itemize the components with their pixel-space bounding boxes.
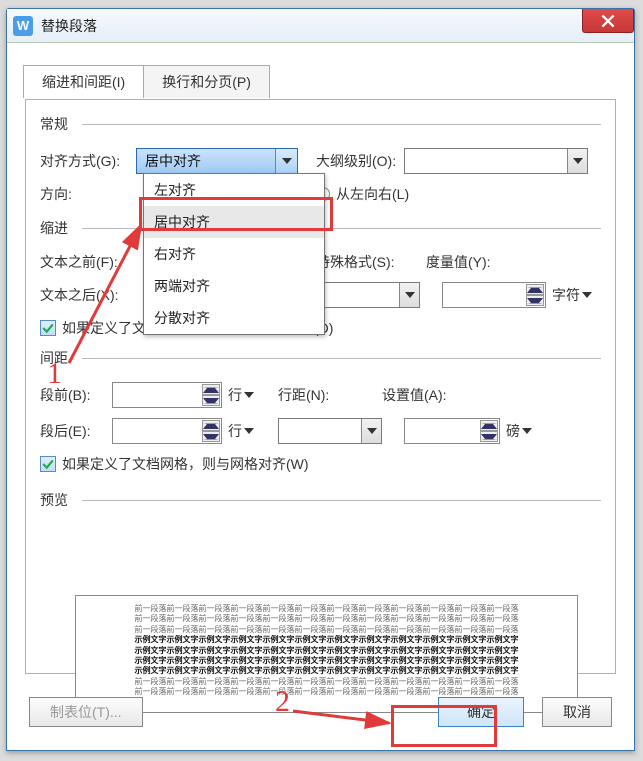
preview-line: 前一段落前一段落前一段落前一段落前一段落前一段落前一段落前一段落前一段落前一段落… (84, 614, 569, 624)
alignment-combo[interactable]: 居中对齐 (136, 148, 298, 174)
spin-down-icon[interactable] (480, 431, 498, 442)
by-spinner[interactable] (442, 282, 546, 308)
after-spinner[interactable] (112, 418, 222, 444)
ok-button[interactable]: 确定 (438, 697, 524, 727)
special-combo[interactable] (316, 282, 420, 308)
before-spinner[interactable] (112, 382, 222, 408)
label-text-after: 文本之后(X): (40, 285, 136, 305)
app-icon: W (13, 16, 33, 36)
spin-up-icon[interactable] (480, 420, 498, 431)
tab-line-page-breaks[interactable]: 换行和分页(P) (143, 65, 270, 98)
chevron-down-icon[interactable] (244, 392, 254, 398)
label-snap-grid: 如果定义了文档网格，则与网格对齐(W) (62, 454, 309, 474)
paragraph-dialog: W 替换段落 缩进和间距(I) 换行和分页(P) 常规 对齐方式(G): 居中对… (6, 8, 635, 751)
unit-pound: 磅 (506, 421, 520, 441)
annotation-marker-1: 1 (47, 357, 62, 391)
option-center[interactable]: 居中对齐 (144, 206, 324, 238)
label-after: 段后(E): (40, 421, 112, 441)
close-button[interactable] (582, 9, 634, 33)
tabs-button[interactable]: 制表位(T)... (29, 697, 143, 727)
close-icon (601, 14, 615, 28)
preview-line: 前一段落前一段落前一段落前一段落前一段落前一段落前一段落前一段落前一段落前一段落… (84, 625, 569, 635)
label-outline: 大纲级别(O): (316, 151, 404, 171)
section-general: 常规 (40, 114, 601, 134)
label-text-before: 文本之前(F): (40, 252, 136, 272)
chevron-down-icon[interactable] (522, 428, 532, 434)
dialog-footer: 制表位(T)... 确定 取消 (17, 684, 624, 740)
label-alignment: 对齐方式(G): (40, 151, 136, 171)
unit-line: 行 (228, 385, 242, 405)
spin-up-icon[interactable] (202, 384, 220, 395)
spin-down-icon[interactable] (526, 295, 544, 306)
window-title: 替换段落 (41, 16, 97, 36)
section-preview: 预览 (40, 490, 601, 510)
chevron-down-icon[interactable] (582, 292, 592, 298)
label-special: 特殊格式(S): (316, 252, 404, 272)
line-spacing-combo[interactable] (278, 418, 382, 444)
preview-line: 示例文字示例文字示例文字示例文字示例文字示例文字示例文字示例文字示例文字示例文字… (84, 656, 569, 666)
preview-line: 前一段落前一段落前一段落前一段落前一段落前一段落前一段落前一段落前一段落前一段落… (84, 604, 569, 614)
unit-line2: 行 (228, 421, 242, 441)
titlebar: W 替换段落 (7, 9, 634, 43)
chevron-down-icon (361, 419, 381, 443)
unit-char: 字符 (552, 285, 580, 305)
tab-indent-spacing[interactable]: 缩进和间距(I) (23, 65, 144, 98)
chevron-down-icon (399, 283, 419, 307)
label-line-spacing: 行距(N): (278, 385, 346, 405)
alignment-selected: 居中对齐 (145, 151, 201, 171)
checkbox-snap-grid[interactable] (40, 456, 56, 472)
chevron-down-icon (275, 149, 297, 173)
option-right[interactable]: 右对齐 (144, 238, 324, 270)
label-ltr: 从左向右(L) (336, 184, 409, 204)
chevron-down-icon (567, 149, 587, 173)
outline-combo[interactable] (404, 148, 588, 174)
annotation-marker-2: 2 (275, 685, 290, 719)
chevron-down-icon[interactable] (244, 428, 254, 434)
set-at-spinner[interactable] (404, 418, 500, 444)
spin-up-icon[interactable] (202, 420, 220, 431)
dialog-body: 缩进和间距(I) 换行和分页(P) 常规 对齐方式(G): 居中对齐 大纲级别(… (17, 53, 624, 740)
preview-line: 示例文字示例文字示例文字示例文字示例文字示例文字示例文字示例文字示例文字示例文字… (84, 646, 569, 656)
option-left[interactable]: 左对齐 (144, 174, 324, 206)
check-icon (42, 322, 54, 334)
section-spacing: 间距 (40, 348, 601, 368)
spin-up-icon[interactable] (526, 284, 544, 295)
label-set-at: 设置值(A): (382, 385, 447, 405)
spin-down-icon[interactable] (202, 431, 220, 442)
label-by: 度量值(Y): (426, 252, 491, 272)
check-icon (42, 458, 54, 470)
alignment-dropdown: 左对齐 居中对齐 右对齐 两端对齐 分散对齐 (143, 173, 325, 335)
option-justify[interactable]: 两端对齐 (144, 270, 324, 302)
preview-line: 示例文字示例文字示例文字示例文字示例文字示例文字示例文字示例文字示例文字示例文字… (84, 635, 569, 645)
label-direction: 方向: (40, 184, 136, 204)
option-distribute[interactable]: 分散对齐 (144, 302, 324, 334)
cancel-button[interactable]: 取消 (542, 697, 612, 727)
checkbox-auto-indent[interactable] (40, 320, 56, 336)
tab-bar: 缩进和间距(I) 换行和分页(P) (23, 65, 269, 98)
preview-line: 示例文字示例文字示例文字示例文字示例文字示例文字示例文字示例文字示例文字示例文字… (84, 666, 569, 676)
spin-down-icon[interactable] (202, 395, 220, 406)
